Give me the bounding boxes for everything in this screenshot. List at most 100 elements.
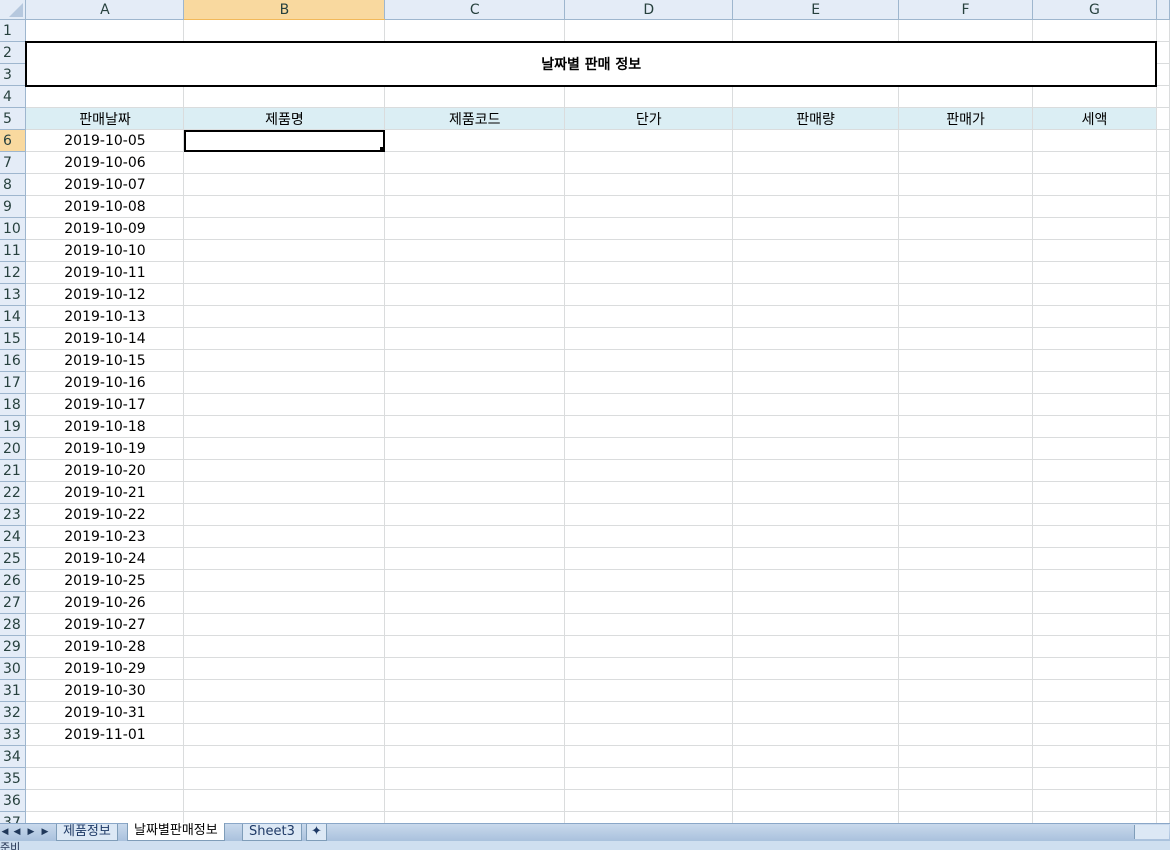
row-header[interactable]: 11 — [0, 239, 27, 262]
fill-handle[interactable] — [380, 147, 384, 151]
row-header[interactable]: 32 — [0, 701, 27, 724]
row-header[interactable]: 2 — [0, 41, 27, 64]
cell[interactable] — [1156, 217, 1170, 240]
column-title-cell[interactable]: 판매가 — [898, 107, 1034, 130]
cell[interactable] — [183, 613, 386, 636]
cell[interactable] — [898, 767, 1034, 790]
cell[interactable] — [1156, 657, 1170, 680]
sale-date-cell[interactable]: 2019-10-28 — [25, 635, 185, 658]
cell[interactable] — [732, 129, 900, 152]
cell[interactable] — [183, 503, 386, 526]
sale-date-cell[interactable]: 2019-10-26 — [25, 591, 185, 614]
cell[interactable] — [1032, 195, 1157, 218]
row-header[interactable]: 18 — [0, 393, 27, 416]
cell[interactable] — [183, 547, 386, 570]
cell[interactable] — [1032, 547, 1157, 570]
cell[interactable] — [732, 305, 900, 328]
cell[interactable] — [384, 437, 566, 460]
cell[interactable] — [1156, 371, 1170, 394]
sale-date-cell[interactable]: 2019-10-25 — [25, 569, 185, 592]
cell[interactable] — [1156, 261, 1170, 284]
cell[interactable] — [183, 217, 386, 240]
cell[interactable] — [384, 745, 566, 768]
cell[interactable] — [183, 723, 386, 746]
cell[interactable] — [1156, 789, 1170, 812]
last-sheet-icon[interactable]: ▶ — [40, 825, 50, 839]
cell[interactable] — [384, 723, 566, 746]
cell[interactable] — [25, 85, 185, 108]
cell[interactable] — [732, 701, 900, 724]
row-header[interactable]: 22 — [0, 481, 27, 504]
column-header-b[interactable]: B — [183, 0, 386, 20]
cell[interactable] — [1032, 789, 1157, 812]
select-all-corner[interactable] — [0, 0, 27, 20]
grid-body[interactable]: 1 2 날짜별 판매 정보 3 4 5 판매날짜 제품명 제품코드 단가 판매량 판매가 세액 6 2019… — [0, 19, 1170, 834]
cell[interactable] — [732, 349, 900, 372]
cell[interactable] — [384, 525, 566, 548]
cell[interactable] — [898, 261, 1034, 284]
cell[interactable] — [732, 789, 900, 812]
sale-date-cell[interactable]: 2019-10-29 — [25, 657, 185, 680]
cell[interactable] — [1156, 525, 1170, 548]
cell[interactable] — [564, 657, 734, 680]
cell[interactable] — [384, 481, 566, 504]
cell[interactable] — [732, 217, 900, 240]
cell[interactable] — [1032, 173, 1157, 196]
cell[interactable] — [898, 393, 1034, 416]
sale-date-cell[interactable]: 2019-10-23 — [25, 525, 185, 548]
cell[interactable] — [384, 591, 566, 614]
sale-date-cell[interactable]: 2019-10-06 — [25, 151, 185, 174]
cell[interactable] — [898, 591, 1034, 614]
column-header-c[interactable]: C — [384, 0, 566, 20]
cell[interactable] — [1156, 63, 1170, 86]
insert-sheet-icon[interactable]: ✦ — [306, 824, 327, 841]
cell[interactable] — [25, 745, 185, 768]
row-header[interactable]: 27 — [0, 591, 27, 614]
cell[interactable] — [1156, 701, 1170, 724]
cell[interactable] — [384, 195, 566, 218]
first-sheet-icon[interactable]: ◀ — [0, 825, 10, 839]
column-header-g[interactable]: G — [1032, 0, 1157, 20]
cell[interactable] — [732, 239, 900, 262]
cell[interactable] — [183, 239, 386, 262]
cell[interactable] — [384, 459, 566, 482]
cell[interactable] — [384, 415, 566, 438]
cell[interactable] — [564, 371, 734, 394]
sheet-tab-daily-sales[interactable]: 날짜별판매정보 — [127, 823, 225, 841]
cell[interactable] — [564, 261, 734, 284]
cell[interactable] — [1032, 503, 1157, 526]
cell[interactable] — [384, 283, 566, 306]
cell[interactable] — [898, 789, 1034, 812]
cell[interactable] — [564, 195, 734, 218]
cell[interactable] — [384, 613, 566, 636]
cell[interactable] — [732, 745, 900, 768]
cell[interactable] — [384, 151, 566, 174]
column-header-e[interactable]: E — [732, 0, 900, 20]
sale-date-cell[interactable]: 2019-10-22 — [25, 503, 185, 526]
cell[interactable] — [384, 305, 566, 328]
cell[interactable] — [384, 129, 566, 152]
cell[interactable] — [564, 745, 734, 768]
cell[interactable] — [1032, 327, 1157, 350]
cell[interactable] — [183, 349, 386, 372]
column-title-cell[interactable]: 세액 — [1032, 107, 1157, 130]
row-header[interactable]: 16 — [0, 349, 27, 372]
cell[interactable] — [1032, 349, 1157, 372]
sheet-title-cell[interactable]: 날짜별 판매 정보 — [24, 40, 1158, 87]
cell[interactable] — [384, 19, 566, 42]
row-header[interactable]: 4 — [0, 85, 27, 108]
cell[interactable] — [898, 525, 1034, 548]
cell[interactable] — [1032, 85, 1157, 108]
cell[interactable] — [1032, 767, 1157, 790]
cell[interactable] — [384, 657, 566, 680]
cell[interactable] — [898, 239, 1034, 262]
cell[interactable] — [1156, 767, 1170, 790]
column-title-cell[interactable]: 판매량 — [732, 107, 900, 130]
cell[interactable] — [732, 327, 900, 350]
cell[interactable] — [1156, 393, 1170, 416]
cell[interactable] — [1156, 349, 1170, 372]
cell[interactable] — [564, 789, 734, 812]
row-header[interactable]: 14 — [0, 305, 27, 328]
cell[interactable] — [1156, 679, 1170, 702]
horizontal-scrollbar[interactable] — [1134, 825, 1169, 839]
